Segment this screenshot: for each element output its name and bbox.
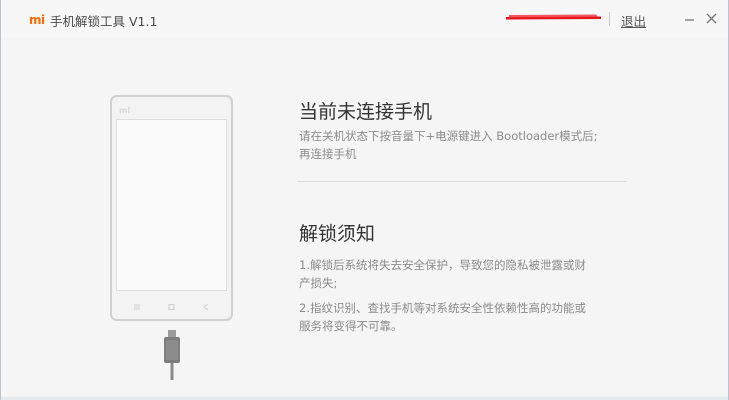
notice-item-line: 1.解锁后系统将失去安全保护，导致您的隐私被泄露或财	[299, 258, 586, 272]
notice-item-line: 产损失;	[299, 276, 338, 290]
home-icon	[168, 304, 175, 310]
connect-status-heading: 当前未连接手机	[299, 101, 433, 123]
notice-item-line: 服务将变得不可靠。	[299, 319, 403, 333]
connect-instructions: 请在关机状态下按音量下+电源键进入 Bootloader模式后; 再连接手机	[299, 127, 629, 163]
notice-item: 2.指纹识别、查找手机等对系统安全性依赖性高的功能或 服务将变得不可靠。	[299, 299, 619, 335]
app-window: mi 手机解锁工具 V1.1 退出 mi 当前未连接手机 请在关机状态下按音量下…	[0, 0, 729, 400]
section-divider	[297, 181, 627, 182]
phone-nav-keys	[134, 303, 209, 311]
minimize-icon[interactable]	[681, 10, 699, 28]
notice-item: 1.解锁后系统将失去安全保护，导致您的隐私被泄露或财 产损失;	[299, 256, 619, 292]
back-icon	[203, 303, 209, 311]
mi-logo: mi	[29, 13, 45, 27]
connect-instruction-line: 请在关机状态下按音量下+电源键进入 Bootloader模式后;	[299, 129, 598, 143]
app-title: 手机解锁工具 V1.1	[50, 14, 158, 29]
title-bar: mi 手机解锁工具 V1.1 退出	[1, 0, 728, 38]
phone-logo: mi	[119, 106, 131, 115]
phone-illustration: mi	[110, 95, 233, 321]
menu-icon	[134, 304, 140, 310]
notice-item-line: 2.指纹识别、查找手机等对系统安全性依赖性高的功能或	[299, 301, 586, 315]
redacted-account	[506, 14, 601, 20]
title-separator	[609, 12, 610, 26]
unlock-notice-heading: 解锁须知	[299, 223, 376, 245]
connect-instruction-line: 再连接手机	[299, 147, 357, 161]
usb-cable-icon	[164, 330, 180, 380]
logout-link[interactable]: 退出	[621, 11, 646, 30]
close-icon[interactable]	[703, 10, 721, 28]
phone-screen	[116, 119, 227, 291]
